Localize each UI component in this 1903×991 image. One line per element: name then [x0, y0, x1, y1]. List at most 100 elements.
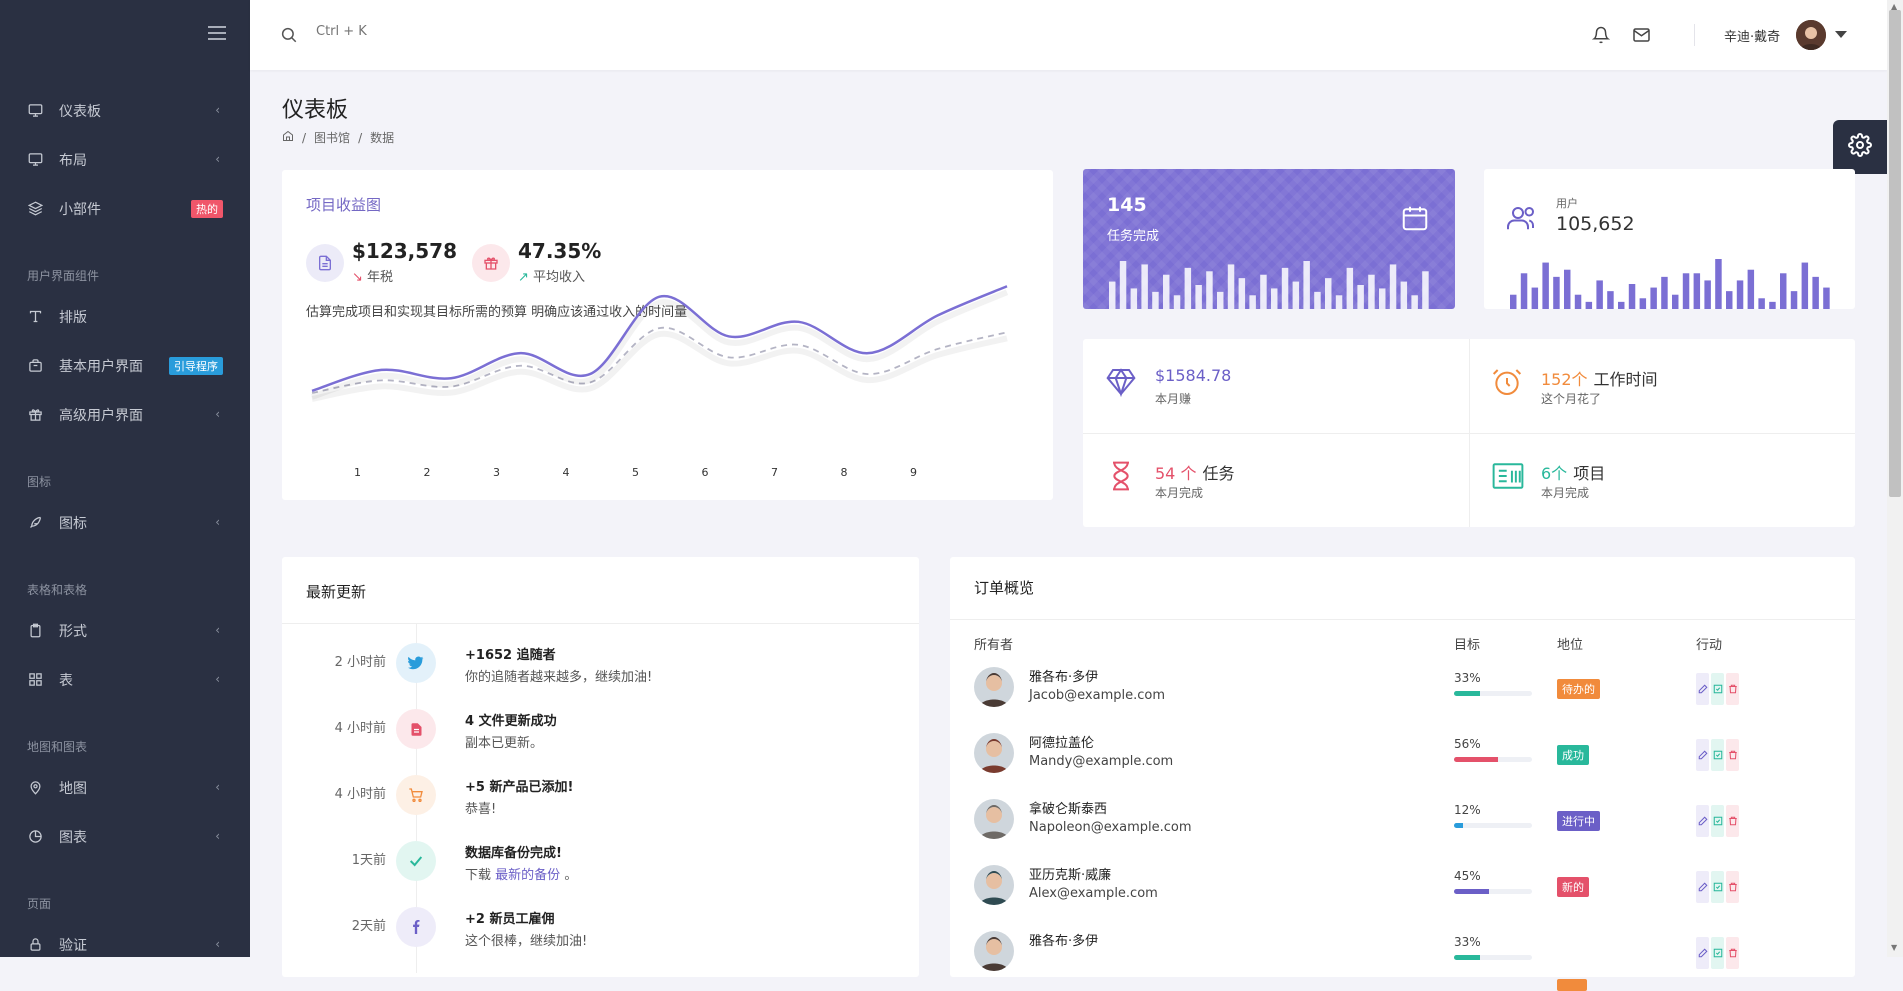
- mini-bar: [1801, 262, 1809, 309]
- status-badge: 成功: [1557, 745, 1589, 765]
- sidebar-item-maps[interactable]: 地图 ‹: [0, 763, 250, 812]
- trash-icon[interactable]: [1726, 673, 1739, 705]
- sidebar-item-forms[interactable]: 形式 ‹: [0, 606, 250, 655]
- target-percent: 45%: [1454, 869, 1481, 883]
- sidebar-item-typography[interactable]: 排版: [0, 292, 250, 341]
- avatar: [974, 799, 1014, 839]
- check-square-icon[interactable]: [1711, 871, 1724, 903]
- timeline-body: 恭喜!: [465, 802, 497, 817]
- page-scrollbar[interactable]: ▲ ▼: [1887, 0, 1903, 957]
- sidebar-item-label: 布局: [59, 152, 87, 169]
- search-input[interactable]: [316, 24, 516, 39]
- settings-gear-button[interactable]: [1833, 120, 1887, 174]
- menu-toggle-icon[interactable]: [208, 26, 226, 40]
- table-row: 阿德拉盖伦 Mandy@example.com 56% 成功: [950, 723, 1855, 789]
- bell-icon[interactable]: [1591, 26, 1611, 48]
- sidebar-item-basic-ui[interactable]: 基本用户界面 引导程序: [0, 341, 250, 390]
- sidebar-item-label: 验证: [59, 937, 87, 954]
- search-icon[interactable]: [280, 26, 298, 48]
- scrollbar-thumb[interactable]: [1889, 10, 1901, 497]
- invoice-icon: [1491, 460, 1525, 496]
- divider: [950, 619, 1855, 620]
- backup-link[interactable]: 最新的备份: [495, 868, 560, 883]
- user-name[interactable]: 辛迪·戴奇: [1724, 26, 1780, 45]
- sidebar-item-widgets[interactable]: 小部件 热的: [0, 184, 250, 233]
- table-row: 拿破仑斯泰西 Napoleon@example.com 12% 进行中: [950, 789, 1855, 855]
- breadcrumb: / 图书馆 / 数据: [282, 129, 394, 146]
- mini-bar: [1281, 267, 1289, 309]
- divider: [282, 623, 919, 624]
- edit-icon[interactable]: [1696, 739, 1709, 771]
- edit-icon[interactable]: [1696, 673, 1709, 705]
- mini-bar: [1389, 264, 1397, 309]
- x-tick-label: 4: [563, 466, 570, 479]
- edit-icon[interactable]: [1696, 937, 1709, 969]
- hourglass-icon: [1105, 460, 1137, 496]
- mini-bar: [1260, 274, 1267, 309]
- chevron-down-icon[interactable]: [1835, 31, 1847, 38]
- col-header-target: 目标: [1454, 638, 1481, 653]
- page-title: 仪表板: [282, 98, 349, 123]
- row-actions: [1696, 871, 1739, 903]
- avatar[interactable]: [1796, 20, 1826, 50]
- x-tick-label: 9: [910, 466, 917, 479]
- edit-icon[interactable]: [1696, 871, 1709, 903]
- trash-icon[interactable]: [1726, 871, 1739, 903]
- progress-fill: [1454, 757, 1498, 762]
- timeline-item: 2天前 +2 新员工雇佣 这个很棒，继续加油!: [282, 897, 919, 963]
- tasks-metric: 54 个任务 本月完成: [1083, 433, 1469, 527]
- type-icon: [27, 309, 43, 325]
- trash-icon[interactable]: [1726, 805, 1739, 837]
- timeline-title: 4 文件更新成功: [465, 714, 557, 729]
- mini-bar: [1357, 285, 1364, 309]
- row-actions: [1696, 673, 1739, 705]
- sidebar: 仪表板 ‹ 布局 ‹ 小部件 热的 用户界面组件 排版 基本用户界面 引导程序 …: [0, 0, 250, 957]
- sidebar-item-auth[interactable]: 验证 ‹: [0, 920, 250, 969]
- mini-bar: [1195, 285, 1202, 309]
- timeline-title: +5 新产品已添加!: [465, 780, 574, 795]
- mini-bar: [1618, 301, 1625, 309]
- mini-bar: [1661, 276, 1668, 309]
- breadcrumb-item[interactable]: 图书馆: [314, 129, 350, 146]
- project-revenue-card: 项目收益图 $123,578 ↘ 年税 47.35% ↗ 平均收入 估算完成项目…: [282, 170, 1053, 500]
- check-square-icon[interactable]: [1711, 673, 1724, 705]
- sidebar-item-tables[interactable]: 表 ‹: [0, 655, 250, 704]
- target-percent: 33%: [1454, 935, 1481, 949]
- x-tick-label: 1: [354, 466, 361, 479]
- check-square-icon[interactable]: [1711, 937, 1724, 969]
- sidebar-item-layout[interactable]: 布局 ‹: [0, 135, 250, 184]
- owner-email: Alex@example.com: [1029, 886, 1158, 901]
- metrics-grid-card: $1584.78 本月赚 152个 工作时间 这个月花了 54 个任务 本月完成 …: [1083, 339, 1855, 527]
- check-square-icon[interactable]: [1711, 739, 1724, 771]
- mini-bar: [1607, 291, 1614, 309]
- metric-value: 152个: [1541, 370, 1588, 389]
- sidebar-item-icons[interactable]: 图标 ‹: [0, 498, 250, 547]
- sidebar-item-dashboard[interactable]: 仪表板 ‹: [0, 86, 250, 135]
- tasks-completed-card: 145 任务完成: [1083, 169, 1455, 309]
- timeline-body-row: 下载 最新的备份 。: [465, 864, 577, 883]
- scroll-down-icon[interactable]: ▼: [1891, 943, 1897, 952]
- mini-bar: [1510, 294, 1517, 309]
- feather-icon: [27, 515, 43, 531]
- orders-overview-card: 订单概览 所有者 目标 地位 行动 雅各布·多伊 Jacob@example.co…: [950, 557, 1855, 991]
- col-header-action: 行动: [1696, 638, 1723, 653]
- mini-bar: [1823, 287, 1830, 309]
- cart-icon: [396, 775, 436, 815]
- edit-icon[interactable]: [1696, 805, 1709, 837]
- metric-suffix: 工作时间: [1593, 370, 1658, 389]
- sidebar-item-advanced-ui[interactable]: 高级用户界面 ‹: [0, 390, 250, 439]
- mini-bar: [1650, 287, 1657, 309]
- trash-icon[interactable]: [1726, 937, 1739, 969]
- mail-icon[interactable]: [1632, 26, 1651, 48]
- sidebar-item-charts[interactable]: 图表 ‹: [0, 812, 250, 861]
- mini-bar: [1520, 273, 1528, 309]
- owner-name: 雅各布·多伊: [1029, 670, 1099, 685]
- home-icon[interactable]: [282, 130, 294, 145]
- sidebar-item-label: 基本用户界面: [59, 358, 143, 375]
- sidebar-section-title: 表格和表格: [27, 583, 88, 597]
- col-header-status: 地位: [1557, 638, 1584, 653]
- x-tick-label: 5: [632, 466, 639, 479]
- trash-icon[interactable]: [1726, 739, 1739, 771]
- target-progress-bar: [1454, 889, 1532, 894]
- check-square-icon[interactable]: [1711, 805, 1724, 837]
